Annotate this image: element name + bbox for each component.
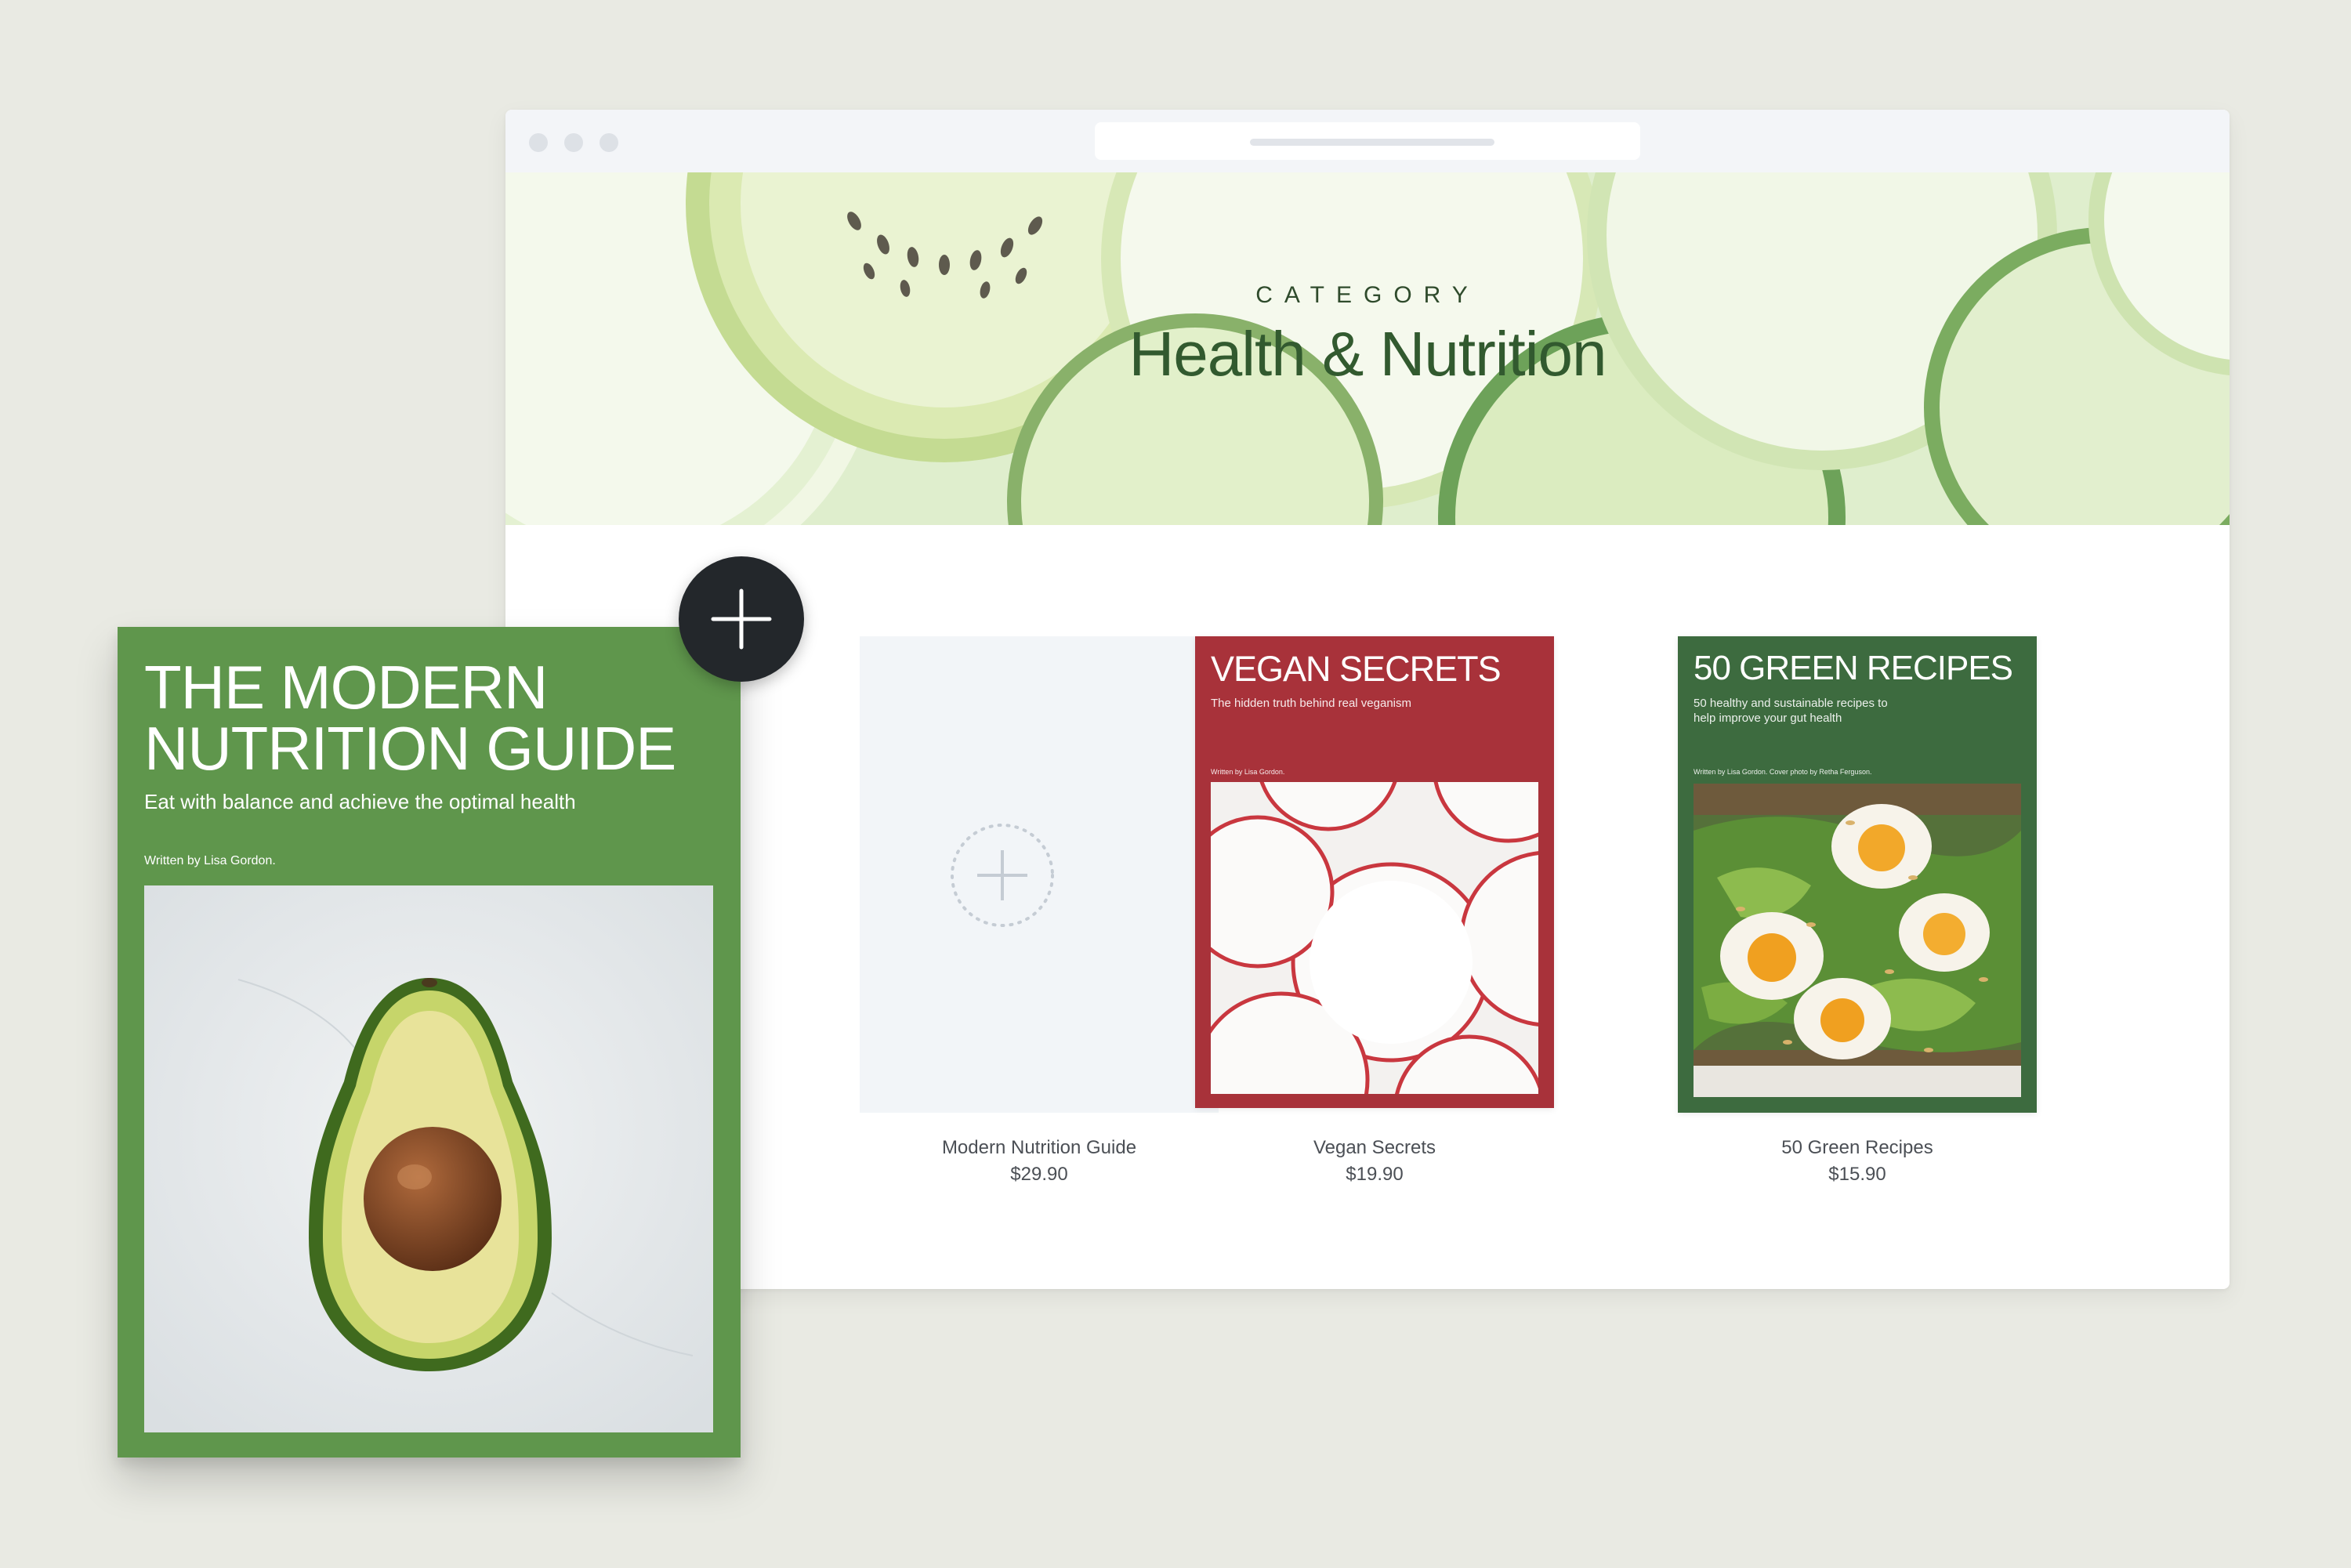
cover-title-line-1: THE MODERN [144,653,548,722]
add-product-button[interactable] [679,556,804,682]
product-name[interactable]: 50 Green Recipes [1678,1135,2037,1161]
window-minimize-dot[interactable] [564,133,583,152]
window-close-dot[interactable] [529,133,548,152]
cover-title-line-2: NUTRITION GUIDE [144,714,676,783]
product-thumbnail[interactable]: 50 GREEN RECIPES 50 healthy and sustaina… [1678,636,2037,1113]
radish-slices-image [1211,782,1538,1094]
avocado-toast-image [1694,784,2021,1097]
cover-author: Written by Lisa Gordon. [144,854,276,867]
cover-author: Written by Lisa Gordon. Cover photo by R… [1694,768,1872,776]
vegan-secrets-cover: VEGAN SECRETS The hidden truth behind re… [1195,636,1554,1108]
product-price: $19.90 [1346,1164,1404,1185]
category-eyebrow: CATEGORY [1255,282,1480,308]
cover-title: VEGAN SECRETS [1211,649,1502,689]
cover-subtitle-line-2: help improve your gut health [1694,712,1842,725]
address-bar[interactable] [1095,122,1640,160]
product-price: $29.90 [1010,1164,1068,1185]
address-placeholder-line [1250,139,1494,146]
window-maximize-dot[interactable] [600,133,618,152]
browser-titlebar [505,110,2230,173]
product-name[interactable]: Modern Nutrition Guide [860,1135,1219,1161]
cover-subtitle: 50 healthy and sustainable recipes to he… [1694,696,1888,726]
green-recipes-cover: 50 GREEN RECIPES 50 healthy and sustaina… [1678,636,2037,1113]
browser-window: CATEGORY Health & Nutrition Modern Nutri… [505,110,2230,1289]
cover-subtitle-line-1: 50 healthy and sustainable recipes to [1694,697,1888,710]
cover-title: 50 GREEN RECIPES [1694,649,2013,687]
product-thumbnail[interactable]: VEGAN SECRETS The hidden truth behind re… [1195,636,1554,1113]
cover-title: THE MODERN NUTRITION GUIDE [144,657,724,779]
modern-nutrition-guide-cover[interactable]: THE MODERN NUTRITION GUIDE Eat with bala… [118,627,741,1458]
cover-subtitle: The hidden truth behind real veganism [1211,697,1411,710]
avocado-image [144,885,713,1432]
plus-icon [711,588,772,650]
product-placeholder-thumbnail[interactable] [860,636,1219,1113]
product-name[interactable]: Vegan Secrets [1195,1135,1554,1161]
cover-author: Written by Lisa Gordon. [1211,768,1285,776]
cover-subtitle: Eat with balance and achieve the optimal… [144,790,576,813]
dashed-plus-icon[interactable] [950,823,1055,928]
category-title: Health & Nutrition [1128,319,1607,389]
product-price: $15.90 [1828,1164,1886,1185]
category-hero-banner: CATEGORY Health & Nutrition [505,172,2230,525]
